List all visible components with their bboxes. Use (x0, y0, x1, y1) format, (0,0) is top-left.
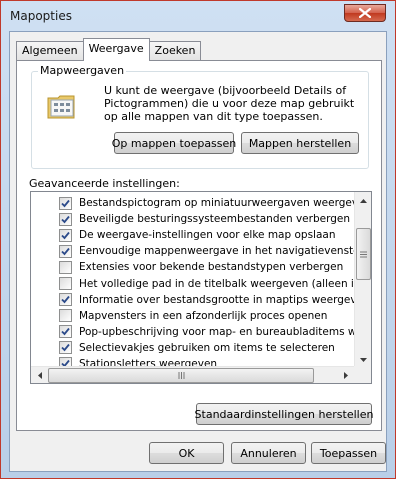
list-item[interactable]: Informatie over bestandsgrootte in mapti… (31, 292, 354, 308)
list-item-label: Het volledige pad in de titelbalk weerge… (79, 277, 354, 290)
list-item-label: Extensies voor bekende bestandstypen ver… (79, 261, 344, 274)
tab-general[interactable]: Algemeen (16, 41, 84, 61)
folder-options-window: Mapopties Algemeen Weergave Zoeken Mapwe… (0, 0, 396, 479)
close-button[interactable] (344, 4, 386, 22)
triangle-left-icon (37, 372, 42, 379)
tab-strip: Algemeen Weergave Zoeken (16, 38, 202, 61)
window-title: Mapopties (10, 9, 72, 23)
checkmark-icon (61, 344, 70, 352)
list-item-label: Mapvensters in een afzonderlijk proces o… (79, 309, 328, 322)
restore-defaults-button[interactable]: Standaardinstellingen herstellen (195, 403, 373, 425)
list-item-label: Pop-upbeschrijving voor map- en bureaubl… (79, 325, 354, 338)
title-bar[interactable]: Mapopties (2, 2, 394, 28)
tab-view[interactable]: Weergave (82, 38, 150, 61)
checkbox[interactable] (59, 325, 72, 339)
checkmark-icon (61, 215, 70, 223)
checkmark-icon (61, 328, 70, 336)
folder-views-icon (47, 95, 75, 119)
close-icon (359, 8, 371, 18)
checkbox[interactable] (59, 196, 72, 210)
checkbox[interactable] (59, 309, 72, 323)
dialog-client: Algemeen Weergave Zoeken Mapweergaven U … (9, 31, 387, 472)
checkbox[interactable] (59, 212, 72, 226)
list-item-label: Eenvoudige mappenweergave in het navigat… (79, 245, 354, 258)
advanced-settings-list: Bestandspictogram op miniatuurweergaven … (30, 191, 372, 384)
checkbox[interactable] (59, 293, 72, 307)
triangle-down-icon (360, 357, 367, 362)
tab-search[interactable]: Zoeken (148, 41, 202, 61)
vertical-scroll-thumb[interactable] (356, 228, 371, 280)
triangle-right-icon (343, 372, 348, 379)
checkbox[interactable] (59, 277, 72, 291)
list-item[interactable]: Pop-upbeschrijving voor map- en bureaubl… (31, 324, 354, 340)
list-item[interactable]: Beveiligde besturingssysteembestanden ve… (31, 211, 354, 227)
checkmark-icon (61, 231, 70, 240)
reset-folders-button[interactable]: Mappen herstellen (241, 132, 359, 154)
list-item-label: Selectievakjes gebruiken om items te sel… (79, 341, 335, 354)
checkmark-icon (61, 296, 70, 304)
checkmark-icon (61, 199, 70, 207)
checkbox[interactable] (59, 260, 72, 274)
list-item-label: De weergave-instellingen voor elke map o… (79, 229, 336, 242)
list-item-label: Beveiligde besturingssysteembestanden ve… (79, 213, 354, 226)
view-tab-panel: Mapweergaven U kunt de weergave (bijvoor… (16, 60, 382, 431)
folder-views-description: U kunt de weergave (bijvoorbeeld Details… (104, 84, 355, 123)
list-item-label: Bestandspictogram op miniatuurweergaven … (79, 197, 354, 210)
list-item[interactable]: Selectievakjes gebruiken om items te sel… (31, 340, 354, 356)
checkmark-icon (61, 247, 70, 256)
checkbox[interactable] (59, 244, 72, 258)
list-item-label: Informatie over bestandsgrootte in mapti… (79, 293, 354, 306)
horizontal-scrollbar[interactable] (31, 366, 354, 383)
checkbox[interactable] (59, 341, 72, 355)
cancel-button[interactable]: Annuleren (231, 442, 306, 464)
ok-button[interactable]: OK (149, 442, 224, 464)
grip-icon (178, 372, 184, 379)
apply-to-folders-button[interactable]: Op mappen toepassen (112, 132, 236, 154)
scroll-up-button[interactable] (355, 192, 371, 209)
vertical-scrollbar[interactable] (354, 192, 371, 368)
list-item[interactable]: Extensies voor bekende bestandstypen ver… (31, 259, 354, 275)
folder-views-label: Mapweergaven (38, 64, 127, 77)
checkbox[interactable] (59, 228, 72, 242)
grip-icon (360, 251, 367, 257)
scrollbar-corner (354, 366, 371, 383)
list-item[interactable]: Mapvensters in een afzonderlijk proces o… (31, 308, 354, 324)
horizontal-scroll-thumb[interactable] (48, 368, 314, 383)
list-item[interactable]: Bestandspictogram op miniatuurweergaven … (31, 195, 354, 211)
list-item[interactable]: Het volledige pad in de titelbalk weerge… (31, 275, 354, 291)
advanced-settings-items: Bestandspictogram op miniatuurweergaven … (31, 195, 354, 369)
scroll-right-button[interactable] (337, 367, 354, 383)
apply-button[interactable]: Toepassen (311, 442, 386, 464)
advanced-settings-label: Geavanceerde instellingen: (29, 177, 180, 190)
triangle-up-icon (360, 198, 367, 203)
scroll-left-button[interactable] (31, 367, 48, 383)
folder-views-group: Mapweergaven U kunt de weergave (bijvoor… (31, 64, 369, 169)
list-item[interactable]: De weergave-instellingen voor elke map o… (31, 227, 354, 243)
list-item[interactable]: Eenvoudige mappenweergave in het navigat… (31, 243, 354, 259)
